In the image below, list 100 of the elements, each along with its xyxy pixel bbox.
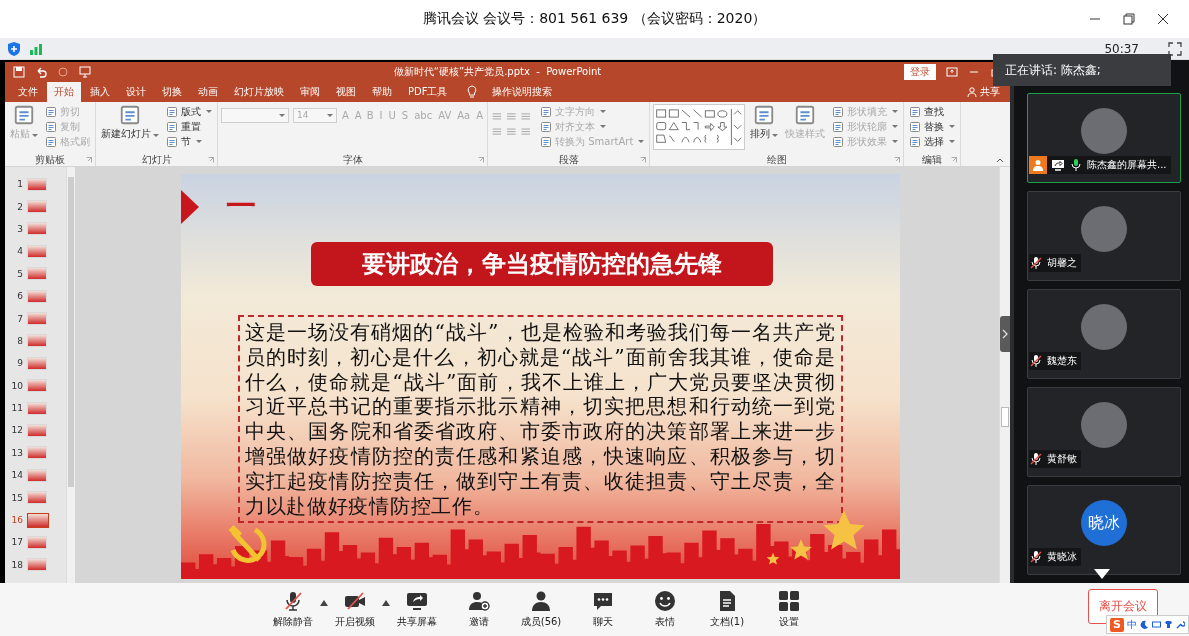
ribbon-tab[interactable]: 视图 — [329, 82, 363, 102]
slide-thumbnail[interactable]: 14 — [5, 464, 66, 487]
undo-icon[interactable] — [35, 66, 47, 78]
control-button[interactable]: 邀请 — [448, 590, 510, 629]
avatar: 晓冰 — [1081, 500, 1127, 546]
slide-thumbnail[interactable]: 8 — [5, 329, 66, 353]
ribbon-tab[interactable]: 动画 — [191, 82, 225, 102]
ribbon-display-icon[interactable] — [946, 66, 958, 78]
control-button[interactable]: 表情 — [634, 590, 696, 629]
scrollbar[interactable] — [66, 167, 75, 583]
dialog-launcher-icon[interactable] — [86, 157, 92, 163]
command-icon — [909, 120, 922, 133]
control-button[interactable]: 文档(1) — [696, 590, 758, 629]
save-icon[interactable] — [13, 66, 25, 78]
expand-panel-button[interactable] — [1000, 316, 1010, 352]
collapse-icon[interactable] — [996, 157, 1004, 163]
moon-icon[interactable] — [1140, 620, 1149, 629]
dialog-launcher-icon[interactable] — [951, 157, 958, 163]
ribbon-tab[interactable]: 审阅 — [293, 82, 327, 102]
login-button[interactable]: 登录 — [904, 64, 936, 80]
ribbon-tab[interactable]: 文件 — [11, 82, 45, 102]
ribbon-button[interactable]: 新建幻灯片 — [99, 104, 161, 140]
slide-thumbnail[interactable]: 4 — [5, 240, 66, 263]
video-tile[interactable]: 魏楚东 — [1027, 289, 1181, 379]
slide-thumbnail[interactable]: 18 — [5, 553, 66, 577]
slide-thumbnail[interactable]: 1 — [5, 173, 66, 196]
presentation-icon[interactable] — [79, 66, 91, 78]
speaking-tooltip: 正在讲话: 陈杰鑫; — [993, 54, 1171, 86]
slide-heading: 一 — [226, 187, 256, 225]
ribbon-tab[interactable]: 帮助 — [365, 82, 399, 102]
avatar — [1081, 402, 1127, 448]
ribbon-button[interactable]: 替换 — [907, 119, 958, 134]
video-tile[interactable]: 陈杰鑫的屏幕共... — [1027, 93, 1181, 183]
command-icon — [166, 120, 178, 133]
slide-thumbnail[interactable]: 16 — [5, 508, 66, 532]
control-button[interactable]: 解除静音 — [262, 590, 324, 629]
ribbon-button[interactable]: 查找 — [907, 104, 958, 119]
slide-thumbnail[interactable]: 10 — [5, 374, 66, 397]
participant-name: 陈杰鑫的屏幕共... — [1087, 158, 1167, 172]
slide-thumbnail[interactable]: 2 — [5, 195, 66, 218]
scroll-down-icon[interactable] — [1094, 569, 1110, 579]
video-tile[interactable]: 胡馨之 — [1027, 191, 1181, 281]
caret-icon[interactable] — [382, 599, 390, 606]
command-icon — [45, 135, 57, 148]
control-button[interactable]: 设置 — [758, 590, 820, 629]
font-name-field[interactable] — [221, 107, 289, 123]
keyboard-icon[interactable] — [1152, 620, 1161, 629]
shield-icon[interactable] — [6, 40, 22, 57]
ribbon-button[interactable]: 排列 — [748, 104, 781, 140]
search-field[interactable]: 操作说明搜索 — [492, 82, 553, 102]
person-icon — [1029, 156, 1047, 174]
fullscreen-icon[interactable] — [1167, 40, 1183, 57]
ribbon-button[interactable]: 重置 — [164, 119, 214, 134]
command-icon — [166, 135, 178, 148]
ribbon-button[interactable]: 选择 — [907, 134, 958, 149]
ribbon-button[interactable]: 节 — [164, 134, 214, 149]
participant-name: 黄晓冰 — [1047, 550, 1077, 564]
video-tile[interactable]: 黄舒敏 — [1027, 387, 1181, 477]
document-title: 做新时代“硬核”共产党员.pptx - PowerPoint — [392, 65, 603, 79]
meeting-timer: 50:37 — [1104, 41, 1139, 56]
share-screen-icon — [406, 590, 428, 612]
ime-logo[interactable]: S — [1110, 617, 1124, 632]
dialog-launcher-icon[interactable] — [478, 157, 485, 163]
ribbon-button[interactable]: 版式 — [164, 104, 214, 119]
slide-thumbnail[interactable]: 15 — [5, 486, 66, 509]
ribbon-tab[interactable]: 插入 — [83, 82, 117, 102]
triangle-icon — [181, 190, 199, 224]
command-icon — [832, 135, 845, 148]
slide-thumbnail[interactable]: 5 — [5, 262, 66, 285]
ribbon-tab[interactable]: 开始 — [47, 82, 81, 102]
dialog-launcher-icon[interactable] — [208, 157, 214, 163]
slide-thumbnail[interactable]: 13 — [5, 441, 66, 465]
command-icon — [45, 120, 57, 133]
shape-gallery-drawing[interactable] — [653, 104, 746, 150]
slide-thumbnail[interactable]: 6 — [5, 284, 66, 308]
close-icon[interactable] — [1157, 13, 1169, 25]
ribbon-tab[interactable]: 切换 — [155, 82, 189, 102]
control-button[interactable]: 开启视频 — [324, 590, 386, 629]
dialog-launcher-icon[interactable] — [640, 157, 647, 163]
dialog-launcher-icon[interactable] — [894, 157, 901, 163]
chevron-right-icon — [1002, 329, 1008, 339]
video-tile[interactable]: 晓冰 黄晓冰 — [1027, 485, 1181, 575]
slide-thumbnail[interactable]: 3 — [5, 217, 66, 241]
control-button[interactable]: 聊天 — [572, 590, 634, 629]
slide-thumbnail[interactable]: 11 — [5, 396, 66, 420]
slide-thumbnail[interactable]: 9 — [5, 352, 66, 375]
add-person-icon — [468, 590, 490, 612]
ribbon-tab[interactable]: 设计 — [119, 82, 153, 102]
caret-icon[interactable] — [320, 599, 328, 606]
slide-thumbnail[interactable]: 17 — [5, 531, 66, 554]
slide-thumbnail[interactable]: 7 — [5, 307, 66, 330]
ribbon-tab[interactable]: 幻灯片放映 — [227, 82, 291, 102]
control-button[interactable]: 共享屏幕 — [386, 590, 448, 629]
restore-icon[interactable] — [1123, 13, 1135, 25]
slide-thumbnail[interactable]: 12 — [5, 419, 66, 442]
person-icon — [530, 590, 552, 612]
group-label: 段落 — [558, 154, 579, 165]
lightbulb-icon — [466, 85, 479, 99]
ribbon-tab[interactable]: PDF工具 — [401, 82, 455, 102]
control-button[interactable]: 成员(56) — [510, 590, 572, 629]
